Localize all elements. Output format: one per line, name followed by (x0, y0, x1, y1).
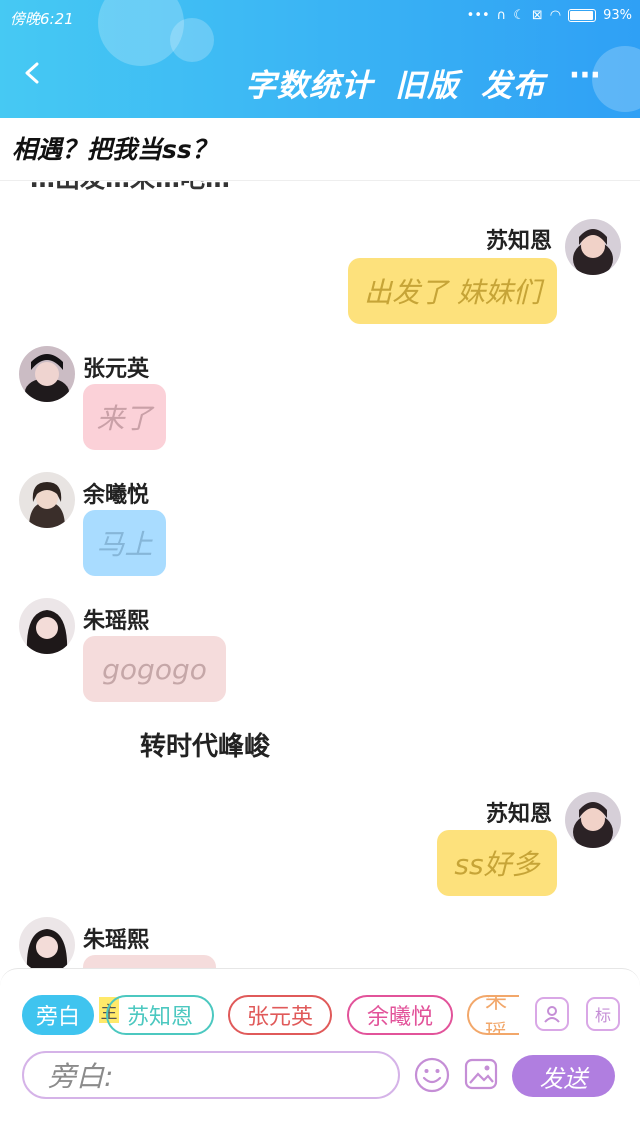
header-decoration (170, 18, 214, 62)
role-chip-narrator[interactable]: 旁白 (22, 995, 94, 1035)
avatar[interactable] (19, 917, 75, 971)
speaker-name: 苏知恩 (486, 802, 553, 827)
add-role-icon[interactable] (535, 997, 569, 1031)
publish-button[interactable]: 发布 (481, 60, 545, 105)
status-time: 傍晚6:21 (10, 10, 74, 28)
speaker-name: 朱瑶熙 (83, 609, 150, 634)
status-icons: ••• ∩ ☾ ⊠ ◠ 93% (467, 8, 632, 23)
headphones-icon: ∩ (496, 8, 507, 23)
message-bubble[interactable]: ss好多 (437, 830, 557, 896)
avatar[interactable] (565, 792, 621, 848)
cut-off-message: …出发…来…吧… (30, 181, 230, 195)
message-text: 出发了 妹妹们 (364, 276, 541, 309)
narration-text: 转时代峰峻 (140, 732, 271, 762)
speaker-name: 余曦悦 (83, 483, 150, 508)
story-title-bar: 相遇？把我当ss？ (0, 118, 640, 181)
composer-panel: 旁白 主 苏知恩 张元英 余曦悦 朱瑶 标 发送 (0, 968, 640, 1139)
message-input-wrapper (22, 1051, 400, 1099)
message-bubble[interactable]: 来了 (83, 384, 166, 450)
moon-icon: ☾ (513, 8, 525, 23)
header-actions: 字数统计 旧版 发布 (245, 60, 545, 105)
speaker-name: 张元英 (83, 357, 150, 382)
emoji-icon[interactable] (414, 1057, 450, 1093)
app-header: 傍晚6:21 ••• ∩ ☾ ⊠ ◠ 93% 字数统计 旧版 发布 ··· (0, 0, 640, 118)
battery-icon (568, 9, 597, 22)
role-chip-zhang-yuanying[interactable]: 张元英 (228, 995, 332, 1035)
message-text: ss好多 (454, 848, 540, 881)
message-text: 来了 (96, 402, 153, 435)
dots-icon: ••• (466, 8, 490, 23)
send-button[interactable]: 发送 (512, 1055, 615, 1097)
message-bubble[interactable]: 出发了 妹妹们 (348, 258, 557, 324)
message-text: gogogo (102, 652, 207, 686)
avatar[interactable] (19, 472, 75, 528)
role-chip-yu-xiyue[interactable]: 余曦悦 (347, 995, 453, 1035)
avatar[interactable] (19, 598, 75, 654)
avatar[interactable] (19, 346, 75, 402)
message-input[interactable] (46, 1053, 380, 1099)
wifi-icon: ◠ (549, 8, 562, 23)
battery-percent: 93% (603, 8, 632, 23)
role-chip-su-zhien[interactable]: 苏知恩 (106, 995, 214, 1035)
message-bubble[interactable]: gogogo (83, 636, 226, 702)
message-bubble[interactable]: 马上 (83, 510, 166, 576)
more-menu-icon[interactable]: ··· (569, 58, 601, 93)
old-version-button[interactable]: 旧版 (395, 60, 459, 105)
message-text: 马上 (96, 528, 153, 561)
speaker-name: 朱瑶熙 (83, 928, 150, 953)
story-title: 相遇？把我当ss？ (12, 135, 217, 164)
avatar[interactable] (565, 219, 621, 275)
role-chip-zhu-yaoxi[interactable]: 朱瑶 (467, 995, 519, 1035)
mark-button[interactable]: 标 (586, 997, 620, 1031)
image-icon[interactable] (464, 1057, 498, 1091)
speaker-name: 苏知恩 (486, 229, 553, 254)
chat-area[interactable]: …出发…来…吧… 苏知恩 出发了 妹妹们 张元英 来了 余曦悦 马上 朱瑶熙 g… (0, 181, 640, 971)
back-arrow-icon[interactable] (22, 62, 44, 84)
word-count-button[interactable]: 字数统计 (245, 60, 373, 105)
sim-icon: ⊠ (531, 8, 543, 23)
